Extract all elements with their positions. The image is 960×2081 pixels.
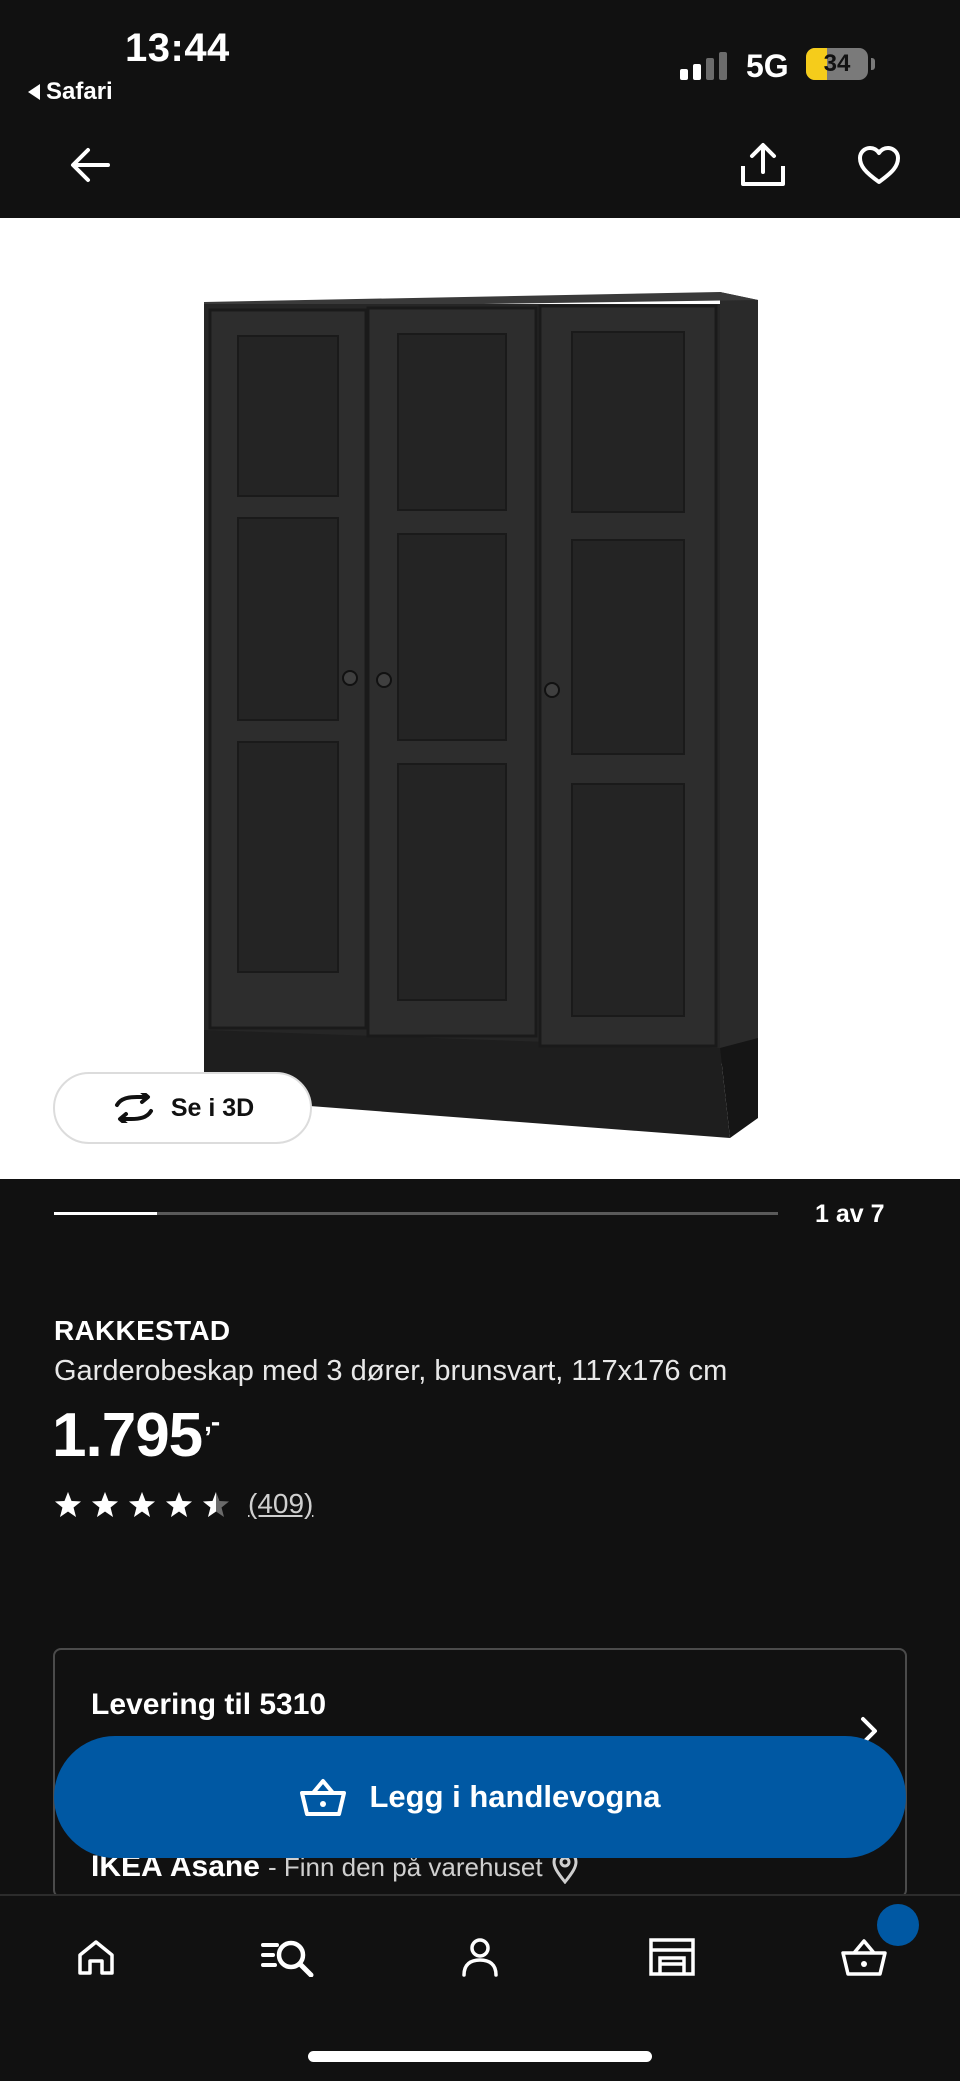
tab-home[interactable] bbox=[56, 1922, 136, 1992]
profile-icon bbox=[462, 1938, 498, 1977]
star-icon bbox=[203, 1491, 229, 1517]
gallery-progress-fill bbox=[54, 1212, 158, 1215]
share-button[interactable] bbox=[728, 130, 798, 200]
product-image-wardrobe bbox=[204, 292, 758, 1138]
add-to-cart-button[interactable]: Legg i handlevogna bbox=[54, 1736, 906, 1858]
home-icon bbox=[78, 1940, 114, 1975]
basket-icon bbox=[300, 1779, 347, 1816]
price-suffix: ,- bbox=[204, 1406, 220, 1437]
rotate-3d-icon bbox=[114, 1093, 153, 1123]
share-icon bbox=[741, 143, 785, 186]
heart-icon bbox=[858, 146, 900, 184]
gallery-progress-bar bbox=[54, 1212, 778, 1215]
gallery-counter: 1 av 7 bbox=[815, 1200, 885, 1228]
status-time: 13:44 bbox=[125, 26, 230, 70]
battery-level: 34 bbox=[823, 50, 851, 77]
star-icon bbox=[92, 1491, 118, 1517]
view-3d-label: Se i 3D bbox=[170, 1093, 255, 1122]
top-navigation bbox=[0, 110, 960, 218]
product-price: 1.795,- bbox=[52, 1400, 220, 1471]
back-button[interactable] bbox=[54, 130, 124, 200]
price-main: 1.795 bbox=[52, 1401, 203, 1470]
view-3d-button[interactable]: Se i 3D bbox=[53, 1072, 312, 1144]
cart-badge-dot bbox=[877, 1904, 919, 1946]
rating-stars bbox=[54, 1491, 230, 1518]
delivery-label: Levering til 5310 bbox=[91, 1688, 327, 1721]
cart-icon bbox=[841, 1939, 887, 1976]
signal-strength-icon bbox=[680, 50, 727, 80]
home-indicator[interactable] bbox=[308, 2051, 652, 2062]
product-image-gallery[interactable]: Se i 3D bbox=[0, 218, 960, 1179]
product-rating[interactable]: (409) bbox=[54, 1488, 313, 1520]
battery-tip bbox=[871, 58, 875, 70]
battery-icon: 34 bbox=[806, 48, 868, 80]
star-icon bbox=[129, 1491, 155, 1517]
tab-profile[interactable] bbox=[440, 1922, 520, 1992]
back-to-app-link[interactable]: Safari bbox=[28, 78, 113, 106]
tab-search[interactable] bbox=[248, 1922, 328, 1992]
back-app-label: Safari bbox=[46, 78, 113, 105]
tab-stores[interactable] bbox=[632, 1922, 712, 1992]
search-icon bbox=[261, 1940, 314, 1977]
add-to-cart-label: Legg i handlevogna bbox=[369, 1779, 661, 1814]
product-brand: RAKKESTAD bbox=[54, 1315, 231, 1346]
product-description: Garderobeskap med 3 dører, brunsvart, 11… bbox=[54, 1355, 728, 1387]
star-icon bbox=[166, 1491, 192, 1517]
favorite-button[interactable] bbox=[844, 130, 914, 200]
network-type: 5G bbox=[746, 48, 789, 84]
status-bar: 13:44 Safari 5G 34 bbox=[0, 0, 960, 110]
store-icon bbox=[649, 1938, 695, 1976]
review-count-link[interactable]: (409) bbox=[248, 1488, 313, 1520]
arrow-left-icon bbox=[71, 148, 110, 182]
star-icon bbox=[55, 1491, 81, 1517]
back-triangle-icon bbox=[28, 84, 40, 100]
